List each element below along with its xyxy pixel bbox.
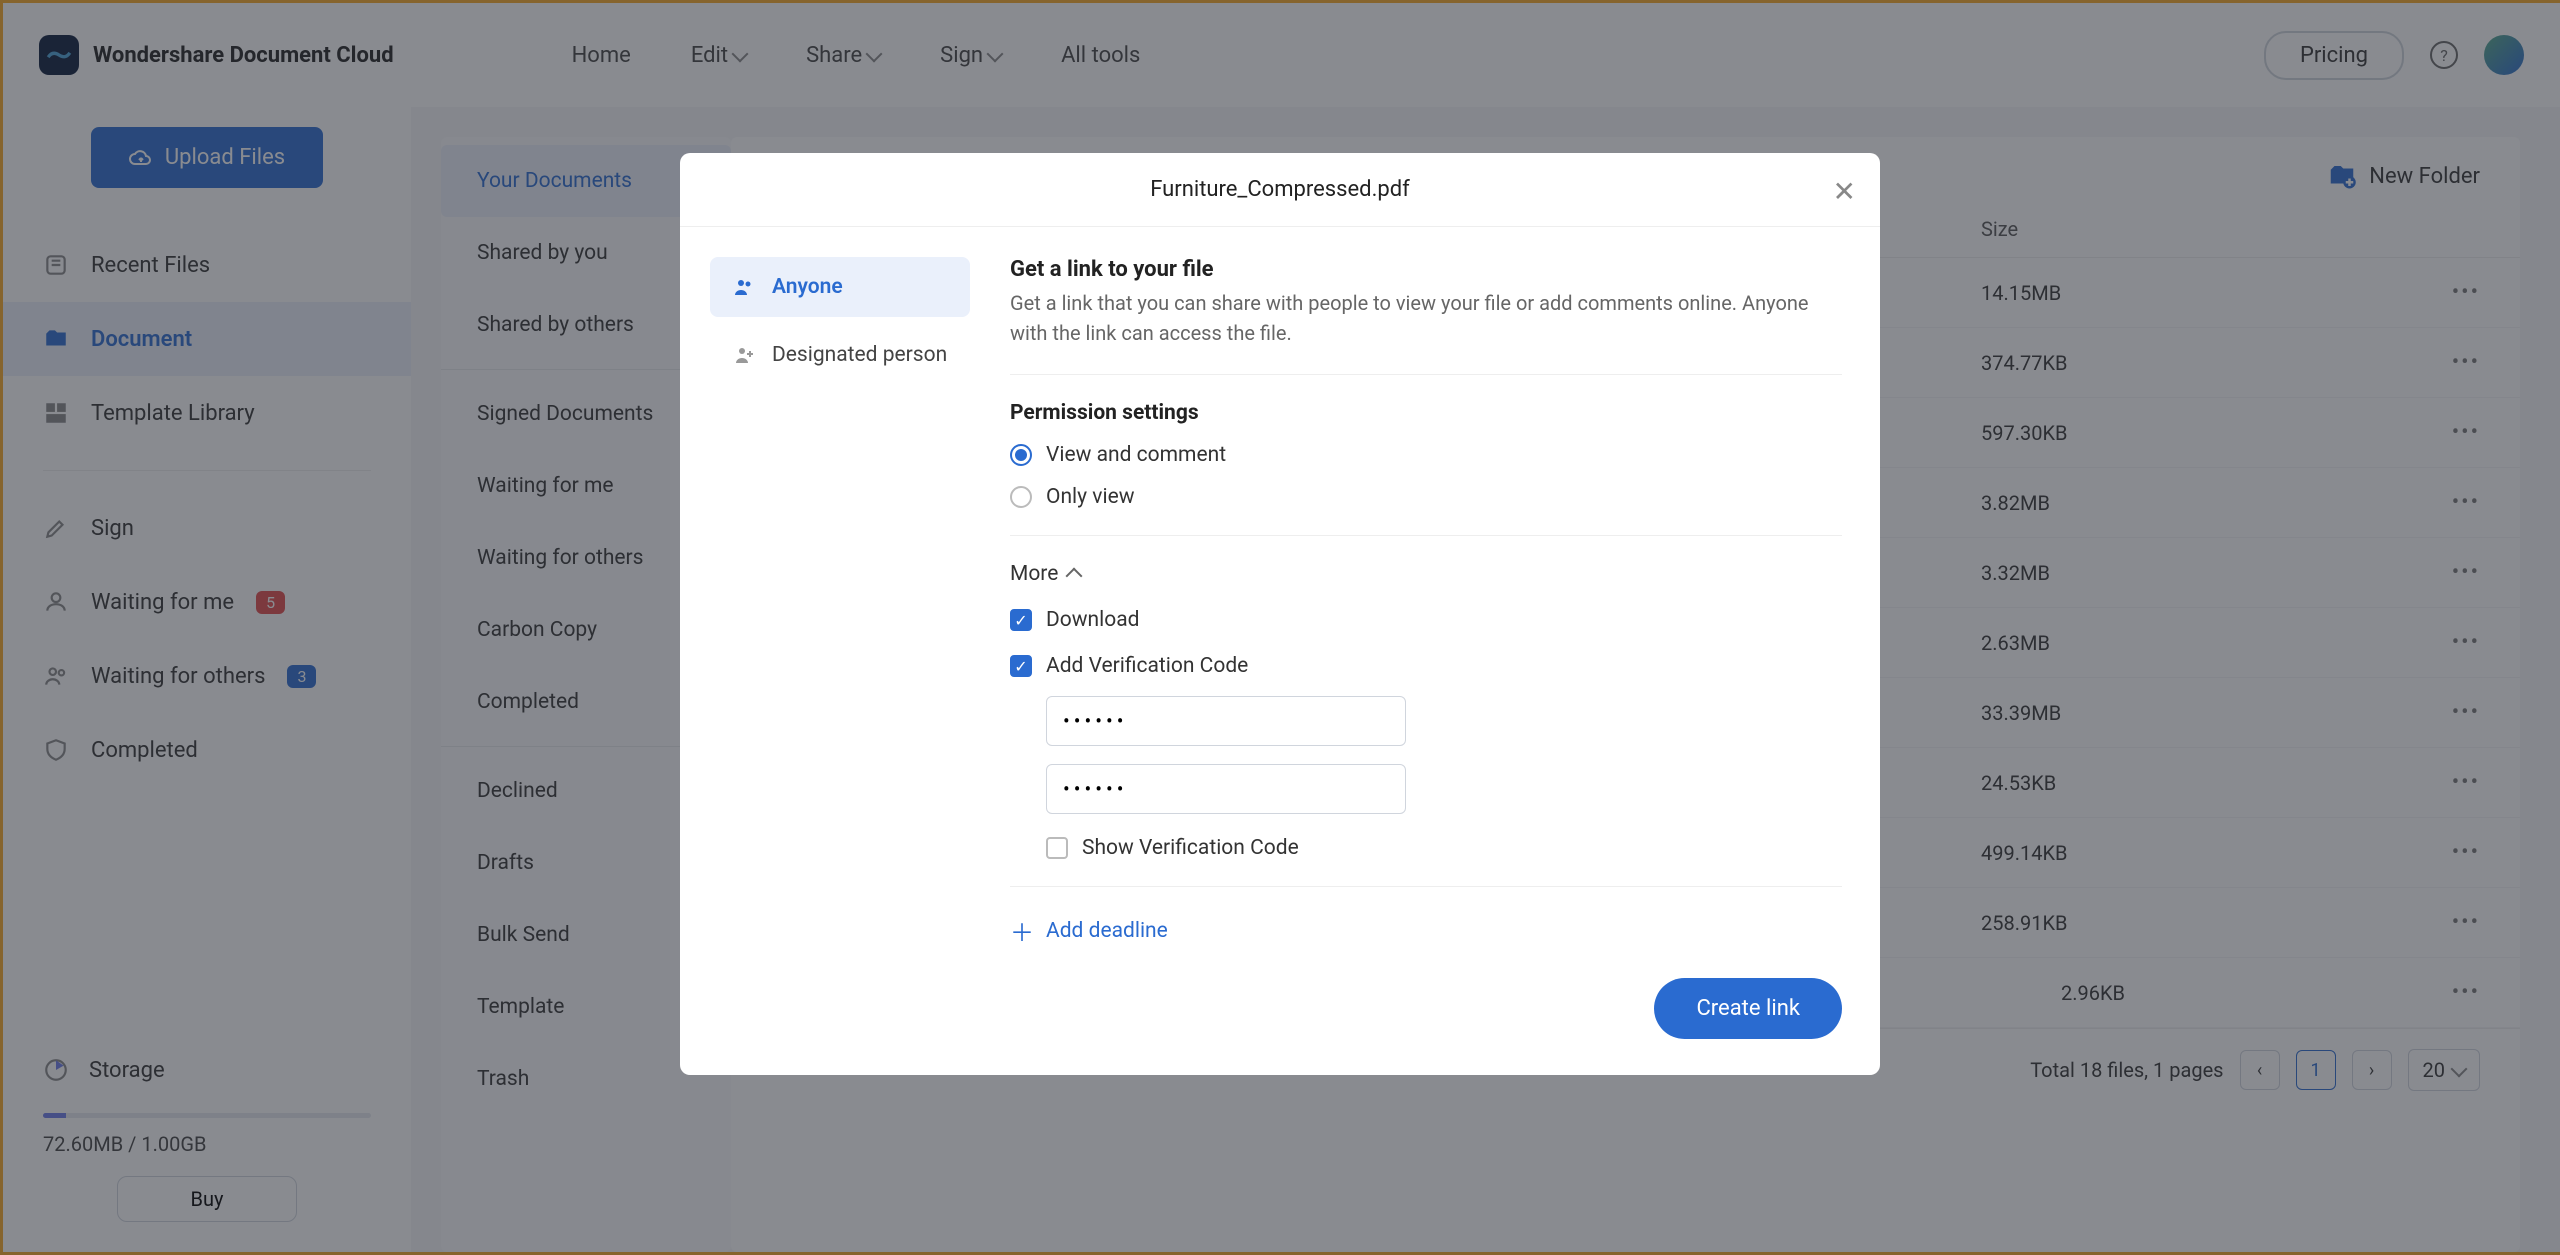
modal-title: Furniture_Compressed.pdf [1150,177,1410,202]
radio-icon [1010,486,1032,508]
checkbox-add-verification[interactable]: ✓ Add Verification Code [1010,654,1842,678]
add-deadline-button[interactable]: ＋ Add deadline [1010,913,1842,948]
checkbox-icon: ✓ [1046,837,1068,859]
share-link-modal: Furniture_Compressed.pdf ✕ Anyone Design… [680,153,1880,1075]
close-icon[interactable]: ✕ [1833,175,1856,208]
more-toggle[interactable]: More [1010,562,1842,586]
checkbox-icon: ✓ [1010,609,1032,631]
get-link-subtitle: Get a link that you can share with peopl… [1010,288,1842,348]
verification-code-confirm-input[interactable] [1046,764,1406,814]
checkbox-download[interactable]: ✓ Download [1010,608,1842,632]
user-plus-icon [732,343,756,367]
modal-nav-designated[interactable]: Designated person [710,325,970,385]
checkbox-icon: ✓ [1010,655,1032,677]
plus-icon: ＋ [1010,913,1034,948]
verification-code-input[interactable] [1046,696,1406,746]
modal-overlay: Furniture_Compressed.pdf ✕ Anyone Design… [0,0,2560,1255]
radio-icon [1010,444,1032,466]
radio-only-view[interactable]: Only view [1010,485,1842,509]
chevron-up-icon [1066,568,1083,585]
users-icon [732,275,756,299]
create-link-button[interactable]: Create link [1654,978,1842,1039]
permission-settings-title: Permission settings [1010,401,1842,425]
modal-nav-anyone[interactable]: Anyone [710,257,970,317]
checkbox-show-verification[interactable]: ✓ Show Verification Code [1046,836,1842,860]
radio-view-and-comment[interactable]: View and comment [1010,443,1842,467]
get-link-title: Get a link to your file [1010,257,1842,282]
